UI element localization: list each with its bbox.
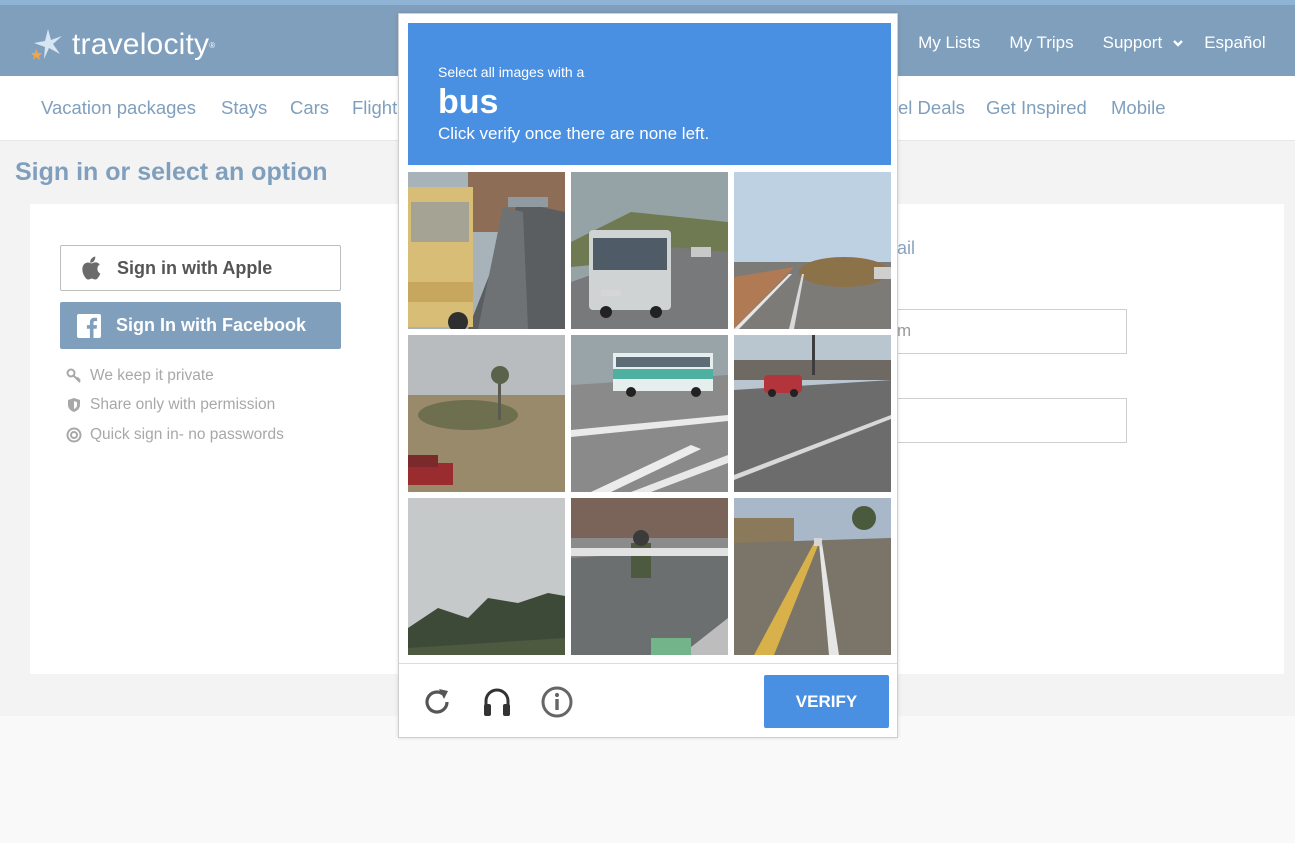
captcha-tile-8[interactable] (571, 498, 728, 655)
page-title: Sign in or select an option (15, 158, 328, 186)
quick-sign-in-icon (66, 427, 82, 443)
logo-wordmark: travelocity (72, 28, 210, 61)
travelocity-logo[interactable]: travelocity ® (30, 23, 215, 67)
chevron-down-icon (1173, 40, 1184, 47)
subnav-get-inspired[interactable]: Get Inspired (986, 97, 1087, 119)
subnav-stays[interactable]: Stays (221, 97, 267, 119)
shield-icon (68, 398, 80, 412)
email-section-label: ail (897, 238, 916, 258)
facebook-icon (76, 313, 102, 339)
info-icon[interactable] (541, 686, 573, 718)
sign-in-facebook-label: Sign In with Facebook (116, 315, 307, 335)
captcha-tile-6[interactable] (734, 335, 891, 492)
password-field[interactable] (880, 398, 1127, 443)
email-field-placeholder: m (897, 321, 912, 340)
logo-registered-mark: ® (209, 40, 216, 50)
nav-my-lists-label: My Lists (918, 33, 981, 52)
sign-in-apple-button[interactable]: Sign in with Apple (60, 245, 341, 291)
captcha-instruction-note: Click verify once there are none left. (438, 124, 710, 143)
nav-support[interactable]: Support (1103, 33, 1185, 53)
subnav-cars[interactable]: Cars (290, 97, 329, 119)
captcha-image-grid (408, 172, 892, 655)
email-field[interactable] (880, 309, 1127, 354)
nav-support-label: Support (1102, 33, 1163, 52)
reload-icon[interactable] (421, 686, 453, 718)
top-nav: ❯ My Lists My Trips Support Español (880, 33, 1295, 53)
subnav-flights[interactable]: Flight (352, 97, 397, 119)
nav-my-trips-label: My Trips (1009, 33, 1074, 52)
perk-private-label: We keep it private (90, 367, 214, 384)
captcha-tile-4[interactable] (408, 335, 565, 492)
captcha-instructions: Select all images with a bus Click verif… (408, 23, 891, 165)
nav-my-trips[interactable]: My Trips (1009, 33, 1073, 53)
subnav-deals[interactable]: el Deals (898, 97, 965, 119)
sign-in-apple-label: Sign in with Apple (117, 257, 273, 278)
sign-in-facebook-button[interactable]: Sign In with Facebook (60, 302, 341, 349)
captcha-tile-7[interactable] (408, 498, 565, 655)
subnav-mobile[interactable]: Mobile (1111, 97, 1166, 119)
captcha-tile-2[interactable] (571, 172, 728, 329)
captcha-tile-9[interactable] (734, 498, 891, 655)
perk-quick-sign-in: Quick sign in- no passwords (66, 426, 284, 444)
captcha-tile-1[interactable] (408, 172, 565, 329)
key-icon (66, 368, 81, 383)
captcha-instruction-line: Select all images with a (438, 64, 585, 80)
audio-icon[interactable] (481, 686, 513, 718)
perk-quick-sign-in-label: Quick sign in- no passwords (90, 426, 284, 443)
nav-espanol[interactable]: Español (1204, 33, 1265, 53)
captcha-tile-5[interactable] (571, 335, 728, 492)
perk-permission: Share only with permission (66, 396, 275, 414)
perk-private: We keep it private (66, 367, 214, 385)
nav-espanol-label: Español (1204, 33, 1266, 52)
nav-my-lists[interactable]: My Lists (918, 33, 980, 53)
captcha-challenge: Select all images with a bus Click verif… (398, 13, 898, 738)
captcha-target-word: bus (438, 83, 499, 121)
subnav-vacation-packages[interactable]: Vacation packages (41, 97, 196, 119)
perk-permission-label: Share only with permission (90, 396, 276, 413)
apple-icon (77, 255, 103, 281)
captcha-tile-3[interactable] (734, 172, 891, 329)
verify-button[interactable]: VERIFY (764, 675, 889, 728)
logo-stars-icon (31, 29, 62, 60)
